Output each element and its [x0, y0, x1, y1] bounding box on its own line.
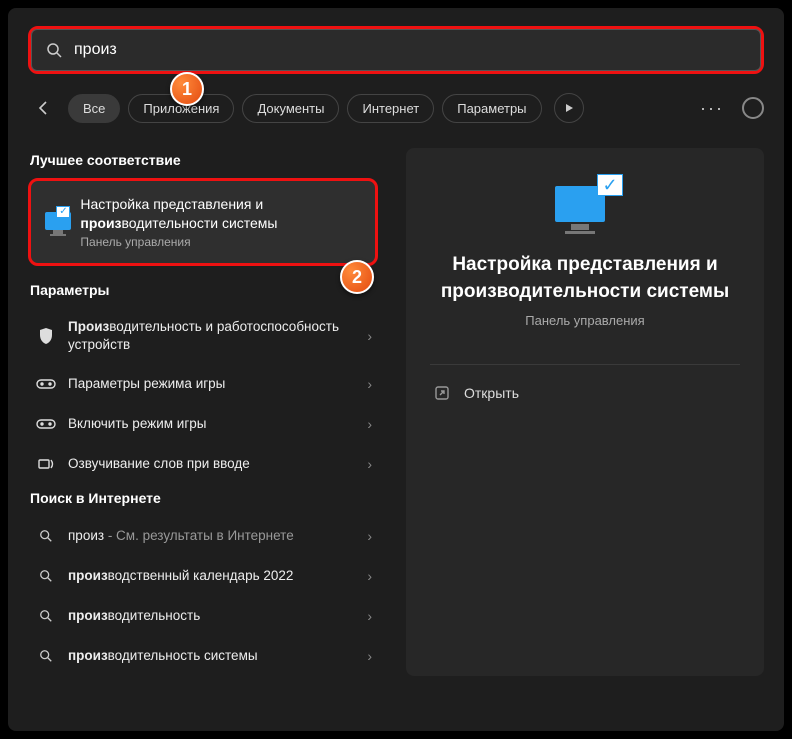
filter-docs[interactable]: Документы: [242, 94, 339, 123]
search-icon: [36, 566, 56, 586]
filter-settings[interactable]: Параметры: [442, 94, 541, 123]
filter-all[interactable]: Все: [68, 94, 120, 123]
search-window: Все Приложения Документы Интернет Параме…: [8, 8, 784, 731]
divider: [430, 364, 740, 365]
chevron-right-icon: ›: [367, 416, 372, 432]
filter-web[interactable]: Интернет: [347, 94, 434, 123]
shield-icon: [36, 326, 56, 346]
results-column: Лучшее соответствие Настройка представле…: [28, 146, 378, 676]
result-enable-game-mode[interactable]: Включить режим игры ›: [28, 404, 378, 444]
section-params: Параметры: [30, 282, 378, 298]
gamepad-icon: [36, 374, 56, 394]
filter-row: Все Приложения Документы Интернет Параме…: [28, 92, 764, 124]
audio-icon: [36, 454, 56, 474]
result-game-mode-settings[interactable]: Параметры режима игры ›: [28, 364, 378, 404]
result-narrator-typing[interactable]: Озвучивание слов при вводе ›: [28, 444, 378, 484]
search-bar-highlight: [28, 26, 764, 74]
search-icon: [36, 606, 56, 626]
preview-title: Настройка представления и производительн…: [430, 252, 740, 305]
best-match-text: Настройка представления и производительн…: [80, 195, 361, 249]
chevron-right-icon: ›: [367, 328, 372, 344]
best-match-result[interactable]: Настройка представления и производительн…: [28, 178, 378, 266]
annotation-2: 2: [340, 260, 374, 294]
search-icon: [36, 646, 56, 666]
web-result-generic[interactable]: произ - См. результаты в Интернете ›: [28, 516, 378, 556]
preview-panel: Настройка представления и производительн…: [406, 148, 764, 676]
more-filters-button[interactable]: [554, 93, 584, 123]
open-icon: [434, 385, 450, 401]
chevron-right-icon: ›: [367, 376, 372, 392]
result-performance-health[interactable]: Производительность и работоспособность у…: [28, 308, 378, 364]
preview-subtitle: Панель управления: [430, 313, 740, 328]
cortana-button[interactable]: [742, 97, 764, 119]
section-web: Поиск в Интернете: [30, 490, 378, 506]
web-result-calendar[interactable]: производственный календарь 2022 ›: [28, 556, 378, 596]
search-bar[interactable]: [31, 29, 761, 71]
search-input[interactable]: [74, 41, 746, 59]
chevron-right-icon: ›: [367, 608, 372, 624]
back-button[interactable]: [28, 92, 60, 124]
web-result-system-performance[interactable]: производительность системы ›: [28, 636, 378, 676]
search-icon: [36, 526, 56, 546]
chevron-right-icon: ›: [367, 568, 372, 584]
performance-settings-icon: [45, 208, 68, 236]
chevron-right-icon: ›: [367, 648, 372, 664]
open-label: Открыть: [464, 385, 519, 401]
chevron-right-icon: ›: [367, 456, 372, 472]
section-best-match: Лучшее соответствие: [30, 152, 378, 168]
gamepad-icon: [36, 414, 56, 434]
overflow-menu[interactable]: ···: [700, 98, 724, 119]
annotation-1: 1: [170, 72, 204, 106]
chevron-right-icon: ›: [367, 528, 372, 544]
search-icon: [46, 42, 62, 58]
open-action[interactable]: Открыть: [430, 375, 740, 411]
performance-settings-icon-large: [553, 178, 617, 234]
web-result-performance[interactable]: производительность ›: [28, 596, 378, 636]
